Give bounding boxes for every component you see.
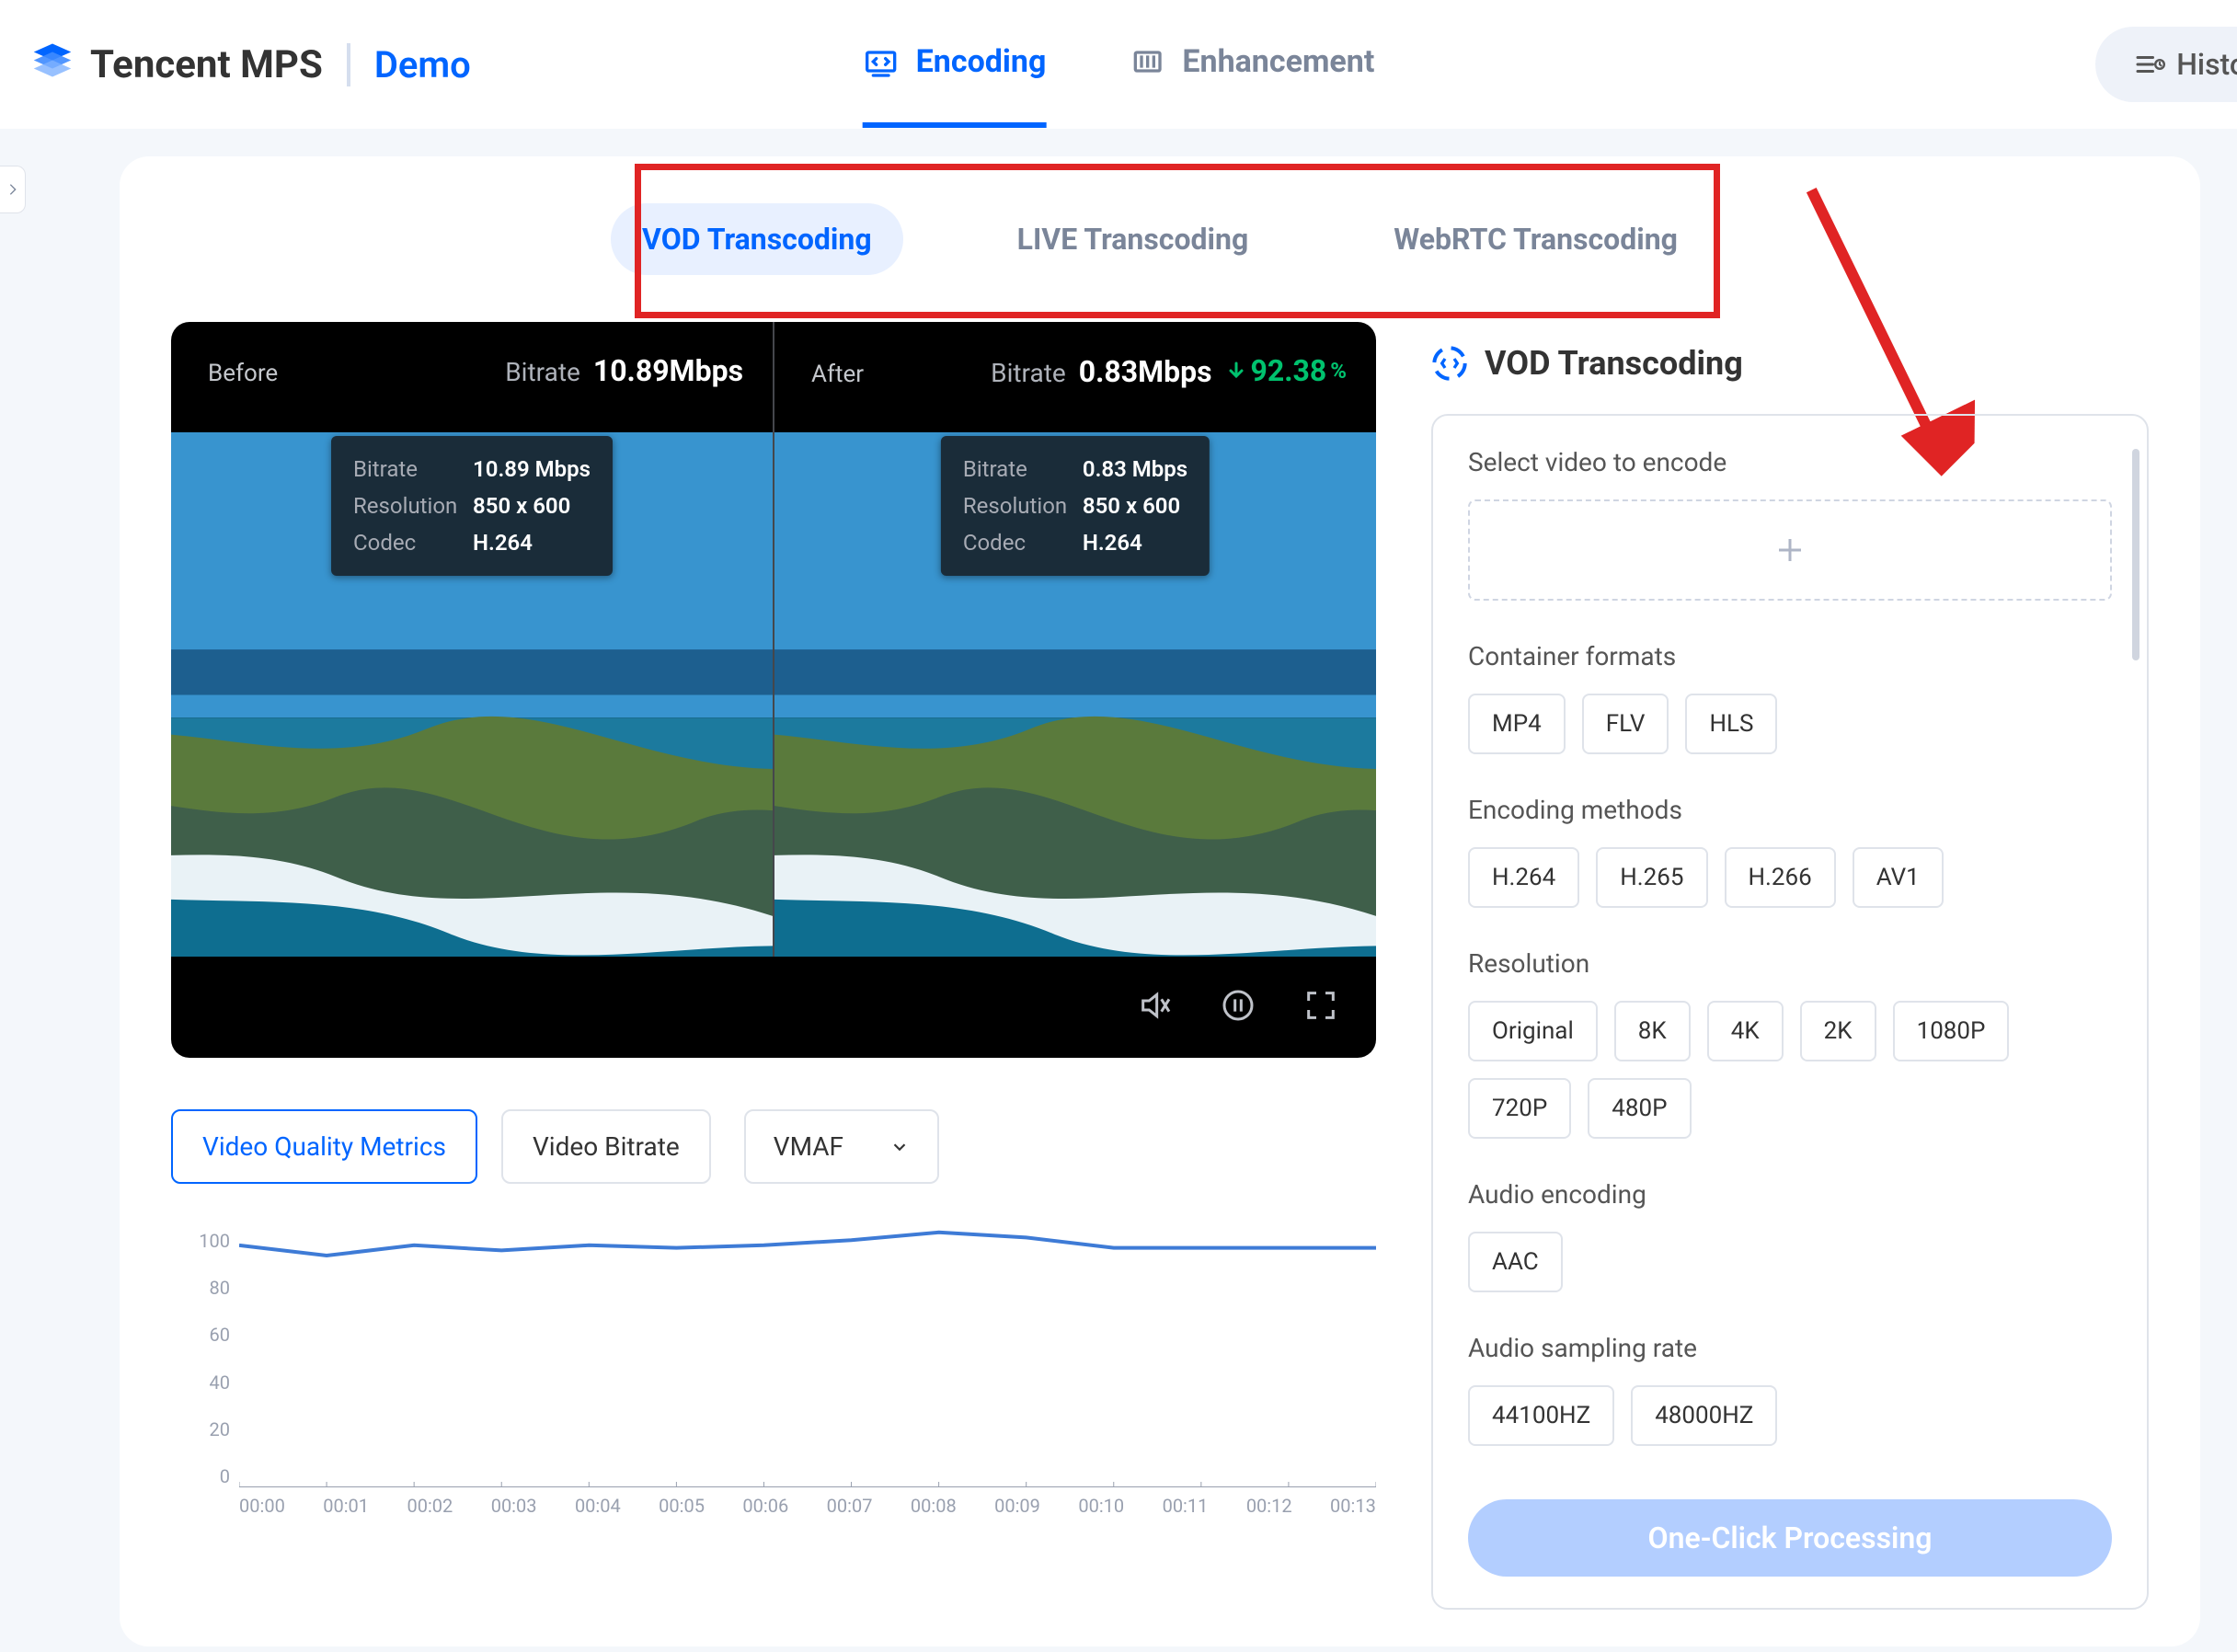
before-video[interactable]: Bitrate10.89 Mbps Resolution850 x 600 Co… [171, 432, 773, 957]
metric-tab-bitrate[interactable]: Video Bitrate [501, 1109, 711, 1184]
right-column: VOD Transcoding Select video to encode C… [1431, 322, 2149, 1610]
chevron-right-icon [6, 182, 20, 197]
before-bitrate-label: Bitrate [505, 357, 580, 387]
before-label: Before [208, 360, 278, 387]
right-panel-title: VOD Transcoding [1485, 344, 1743, 383]
x-axis: 00:0000:0100:0200:0300:0400:0500:0600:07… [239, 1495, 1376, 1524]
select-video-label: Select video to encode [1468, 447, 2112, 477]
topnav: Encoding Enhancement [863, 1, 1375, 128]
left-panel-expand[interactable] [0, 166, 26, 213]
sampling-rate-label: Audio sampling rate [1468, 1333, 2112, 1363]
audio-encoding-chips: AAC [1468, 1232, 2112, 1292]
encoding-methods-label: Encoding methods [1468, 795, 2112, 825]
mute-button[interactable] [1137, 987, 1174, 1027]
brand-logo-icon [28, 40, 77, 89]
brand-demo-label: Demo [347, 43, 471, 86]
y-axis: 100 80 60 40 20 0 [171, 1230, 230, 1487]
topnav-enhancement-label: Enhancement [1182, 43, 1374, 80]
sampling-rate-chips: 44100HZ 48000HZ [1468, 1385, 2112, 1446]
encoding-methods-chips: H.264 H.265 H.266 AV1 [1468, 847, 2112, 908]
history-icon [2132, 48, 2165, 81]
plus-icon [1773, 533, 1807, 567]
brand: Tencent MPS Demo [28, 40, 471, 89]
history-button[interactable]: Histo [2095, 27, 2237, 102]
chip-aac[interactable]: AAC [1468, 1232, 1563, 1292]
chip-480p[interactable]: 480P [1588, 1078, 1691, 1139]
chip-2k[interactable]: 2K [1800, 1001, 1876, 1061]
metric-tab-quality[interactable]: Video Quality Metrics [171, 1109, 477, 1184]
right-panel-title-row: VOD Transcoding [1431, 344, 2149, 383]
chip-720p[interactable]: 720P [1468, 1078, 1571, 1139]
before-tooltip: Bitrate10.89 Mbps Resolution850 x 600 Co… [331, 436, 613, 576]
metric-controls: Video Quality Metrics Video Bitrate VMAF [171, 1109, 1376, 1184]
metric-select[interactable]: VMAF [744, 1109, 939, 1184]
scrollbar[interactable] [2132, 449, 2139, 660]
chip-h265[interactable]: H.265 [1596, 847, 1707, 908]
audio-encoding-label: Audio encoding [1468, 1179, 2112, 1210]
chevron-down-icon [889, 1137, 910, 1157]
resolution-chips: Original 8K 4K 2K 1080P 720P 480P [1468, 1001, 2112, 1139]
down-arrow-icon [1225, 360, 1247, 382]
chip-mp4[interactable]: MP4 [1468, 694, 1566, 754]
chip-44100[interactable]: 44100HZ [1468, 1385, 1614, 1446]
tab-live-transcoding[interactable]: LIVE Transcoding [986, 203, 1280, 275]
fullscreen-button[interactable] [1302, 987, 1339, 1027]
fullscreen-icon [1302, 987, 1339, 1024]
after-bitrate-label: Bitrate [991, 358, 1066, 388]
bitrate-delta: 92.38% [1225, 353, 1347, 388]
pause-button[interactable] [1220, 987, 1256, 1027]
chip-h264[interactable]: H.264 [1468, 847, 1579, 908]
topbar: Tencent MPS Demo Encoding Enhancement Hi… [0, 0, 2237, 129]
chip-flv[interactable]: FLV [1582, 694, 1669, 754]
chip-h266[interactable]: H.266 [1725, 847, 1836, 908]
quality-chart: 100 80 60 40 20 0 00:0000:0100:0200:0300… [171, 1230, 1376, 1524]
history-label: Histo [2176, 47, 2237, 82]
tab-vod-transcoding[interactable]: VOD Transcoding [611, 203, 903, 275]
mute-icon [1137, 987, 1174, 1024]
encoding-icon [863, 43, 900, 80]
chip-av1[interactable]: AV1 [1853, 847, 1944, 908]
chip-4k[interactable]: 4K [1707, 1001, 1784, 1061]
brand-name: Tencent MPS [90, 42, 323, 87]
after-tooltip: Bitrate0.83 Mbps Resolution850 x 600 Cod… [941, 436, 1210, 576]
pause-icon [1220, 987, 1256, 1024]
topnav-encoding-label: Encoding [916, 43, 1047, 80]
topnav-encoding[interactable]: Encoding [863, 1, 1047, 128]
chip-1080p[interactable]: 1080P [1893, 1001, 2010, 1061]
after-video[interactable]: Bitrate0.83 Mbps Resolution850 x 600 Cod… [774, 432, 1376, 957]
chip-8k[interactable]: 8K [1614, 1001, 1691, 1061]
tab-webrtc-transcoding[interactable]: WebRTC Transcoding [1362, 203, 1709, 275]
settings-panel: Select video to encode Container formats… [1431, 414, 2149, 1610]
one-click-processing-button[interactable]: One-Click Processing [1468, 1499, 2112, 1577]
resolution-label: Resolution [1468, 948, 2112, 979]
video-dropzone[interactable] [1468, 499, 2112, 601]
chip-48000[interactable]: 48000HZ [1631, 1385, 1777, 1446]
container-formats-chips: MP4 FLV HLS [1468, 694, 2112, 754]
transcoding-icon [1431, 345, 1468, 382]
topnav-enhancement[interactable]: Enhancement [1129, 1, 1374, 128]
after-label: After [811, 361, 864, 388]
video-compare: Before Bitrate 10.89Mbps After Bitrate 0… [171, 322, 1376, 1058]
chip-hls[interactable]: HLS [1685, 694, 1777, 754]
chart-plot [239, 1230, 1376, 1487]
left-column: Before Bitrate 10.89Mbps After Bitrate 0… [171, 322, 1376, 1524]
metric-select-value: VMAF [774, 1131, 843, 1162]
main-card: VOD Transcoding LIVE Transcoding WebRTC … [120, 156, 2200, 1646]
before-bitrate-value: 10.89Mbps [593, 353, 743, 388]
chip-original[interactable]: Original [1468, 1001, 1598, 1061]
container-formats-label: Container formats [1468, 641, 2112, 671]
transcoding-tabs-row: VOD Transcoding LIVE Transcoding WebRTC … [120, 156, 2200, 322]
after-bitrate-value: 0.83Mbps [1079, 354, 1212, 389]
enhancement-icon [1129, 43, 1165, 80]
